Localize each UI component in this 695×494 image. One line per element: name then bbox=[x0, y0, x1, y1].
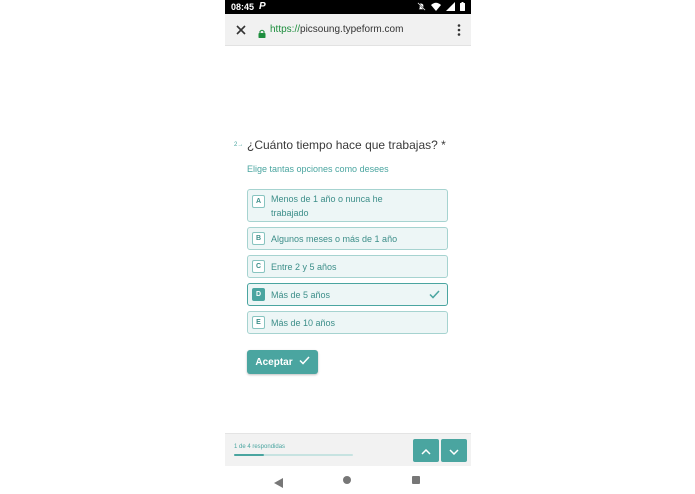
question-title: ¿Cuánto tiempo hace que trabajas? * bbox=[247, 138, 446, 152]
choice-key: E bbox=[252, 316, 265, 329]
choice-e[interactable]: E Más de 10 años bbox=[247, 311, 448, 334]
overflow-menu-icon[interactable] bbox=[457, 23, 461, 37]
checkmark-icon bbox=[299, 356, 310, 368]
android-navigation-bar bbox=[225, 466, 471, 494]
choice-label: Menos de 1 año o nunca he trabajado bbox=[271, 194, 383, 218]
status-bar: 08:45 P bbox=[225, 0, 471, 14]
form-footer: 1 de 4 respondidas bbox=[225, 433, 471, 466]
back-icon[interactable] bbox=[274, 475, 283, 493]
accept-button[interactable]: Aceptar bbox=[247, 350, 318, 374]
previous-question-button[interactable] bbox=[413, 439, 439, 462]
choice-b[interactable]: B Algunos meses o más de 1 año bbox=[247, 227, 448, 250]
choice-label: Más de 10 años bbox=[271, 318, 336, 328]
status-time: 08:45 bbox=[231, 2, 255, 12]
progress-fill bbox=[234, 454, 264, 456]
checkmark-icon bbox=[429, 290, 440, 299]
question-number: 2→ bbox=[234, 142, 244, 148]
choice-label: Más de 5 años bbox=[271, 289, 331, 300]
url-scheme: https:// bbox=[270, 24, 301, 35]
url-text[interactable]: https://picsoung.typeform.com bbox=[270, 24, 403, 35]
signal-icon bbox=[446, 2, 455, 11]
choice-a[interactable]: A Menos de 1 año o nunca he trabajado bbox=[247, 189, 448, 222]
url-host: picsoung.typeform.com bbox=[300, 24, 404, 35]
accept-label: Aceptar bbox=[255, 356, 293, 368]
choice-label: Algunos meses o más de 1 año bbox=[271, 234, 398, 244]
home-icon[interactable] bbox=[343, 476, 351, 484]
choice-key: A bbox=[252, 195, 265, 208]
browser-toolbar: https://picsoung.typeform.com bbox=[225, 14, 471, 46]
chevron-down-icon bbox=[449, 442, 459, 460]
progress-bar bbox=[234, 454, 353, 456]
lock-icon bbox=[258, 25, 266, 38]
mute-icon bbox=[417, 2, 426, 11]
choice-key: B bbox=[252, 232, 265, 245]
question-hint: Elige tantas opciones como desees bbox=[247, 164, 389, 174]
chevron-up-icon bbox=[421, 442, 431, 460]
choice-key: D bbox=[252, 287, 265, 301]
choice-d[interactable]: D Más de 5 años bbox=[247, 283, 448, 306]
progress-text: 1 de 4 respondidas bbox=[234, 444, 286, 450]
choice-c[interactable]: C Entre 2 y 5 años bbox=[247, 255, 448, 278]
choice-label: Entre 2 y 5 años bbox=[271, 262, 337, 272]
app-notification-icon: P bbox=[259, 1, 266, 12]
battery-icon bbox=[460, 2, 465, 11]
choice-key: C bbox=[252, 260, 265, 273]
phone-screen: 08:45 P https://picsoung.typeform.com 2→… bbox=[225, 0, 471, 494]
status-icons bbox=[417, 2, 465, 11]
recent-apps-icon[interactable] bbox=[412, 476, 420, 484]
wifi-icon bbox=[431, 2, 441, 11]
next-question-button[interactable] bbox=[441, 439, 467, 462]
close-icon[interactable] bbox=[233, 22, 249, 38]
